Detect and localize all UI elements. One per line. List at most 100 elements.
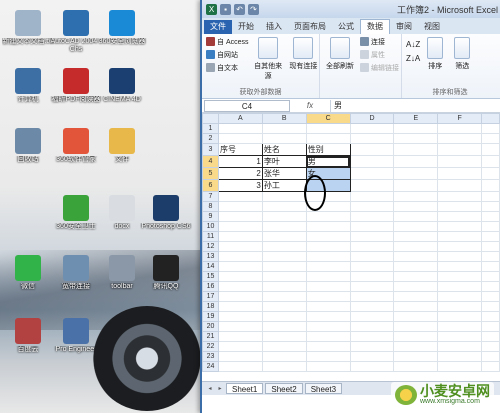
cell[interactable]: [481, 311, 500, 322]
cell[interactable]: [437, 201, 483, 212]
desktop-icon[interactable]: 360软件管家: [50, 128, 102, 172]
cell[interactable]: [305, 361, 351, 372]
row-header[interactable]: 2: [202, 133, 219, 144]
row-header[interactable]: 7: [202, 191, 219, 202]
existing-connections-button[interactable]: 现有连接: [288, 37, 319, 81]
cell[interactable]: [261, 133, 307, 144]
cell[interactable]: [481, 341, 500, 352]
cell[interactable]: [305, 231, 351, 242]
cell[interactable]: [437, 341, 483, 352]
cell[interactable]: [349, 191, 395, 202]
cell[interactable]: [349, 261, 395, 272]
cell[interactable]: [217, 211, 263, 222]
cell[interactable]: [261, 231, 307, 242]
row-header[interactable]: 21: [202, 331, 219, 342]
cell[interactable]: [349, 179, 395, 192]
header-cell[interactable]: 姓名: [261, 143, 307, 156]
cell[interactable]: [481, 271, 500, 282]
cell[interactable]: [393, 201, 439, 212]
cell[interactable]: [437, 221, 483, 232]
cell[interactable]: [393, 321, 439, 332]
cell[interactable]: [349, 133, 395, 144]
cell[interactable]: [481, 201, 500, 212]
cell[interactable]: [217, 351, 263, 362]
save-icon[interactable]: ▪: [220, 3, 231, 15]
cell[interactable]: [261, 211, 307, 222]
cell[interactable]: [217, 221, 263, 232]
cell[interactable]: [261, 241, 307, 252]
cell[interactable]: [393, 211, 439, 222]
select-all-corner[interactable]: [202, 113, 219, 124]
cell[interactable]: [349, 231, 395, 242]
sheet-tab-2[interactable]: Sheet2: [265, 383, 303, 394]
desktop-icon[interactable]: 腾讯QQ: [140, 255, 192, 299]
cell[interactable]: [393, 351, 439, 362]
desktop-icon[interactable]: 宽带连接: [50, 255, 102, 299]
cell[interactable]: [481, 179, 500, 192]
last-sheet-icon[interactable]: ▸: [216, 385, 224, 393]
cell[interactable]: [349, 341, 395, 352]
cell[interactable]: [217, 331, 263, 342]
cell[interactable]: [349, 211, 395, 222]
cell[interactable]: [481, 291, 500, 302]
desktop-icon[interactable]: 福昕PDF阅读器: [50, 68, 102, 112]
cell[interactable]: [261, 123, 307, 134]
cell[interactable]: [217, 133, 263, 144]
cell[interactable]: [437, 155, 483, 168]
cell[interactable]: [305, 311, 351, 322]
cell[interactable]: [217, 231, 263, 242]
sheet-tab-3[interactable]: Sheet3: [304, 383, 343, 394]
cell[interactable]: 3: [217, 179, 263, 192]
sort-button[interactable]: 排序: [423, 37, 447, 71]
cell[interactable]: [305, 123, 351, 134]
from-access-button[interactable]: 自 Access: [206, 36, 249, 47]
cell[interactable]: [393, 341, 439, 352]
cell[interactable]: [305, 271, 351, 282]
cell[interactable]: [261, 351, 307, 362]
cell[interactable]: [349, 123, 395, 134]
desktop-icon[interactable]: 微信: [2, 255, 54, 299]
cell[interactable]: [481, 167, 500, 180]
desktop-icon[interactable]: AutoCAD 2004 - Chs: [50, 10, 102, 54]
cell[interactable]: [437, 301, 483, 312]
cell[interactable]: [349, 281, 395, 292]
row-header[interactable]: 1: [202, 123, 219, 134]
row-header[interactable]: 11: [202, 231, 219, 242]
row-header[interactable]: 16: [202, 281, 219, 292]
cell[interactable]: [393, 311, 439, 322]
cell[interactable]: [393, 301, 439, 312]
sort-az-icon[interactable]: A↓Z Z↓A: [406, 38, 420, 71]
cell[interactable]: [217, 361, 263, 372]
cell[interactable]: [349, 251, 395, 262]
fx-icon[interactable]: fx: [290, 101, 330, 110]
row-header[interactable]: 14: [202, 261, 219, 272]
cell[interactable]: [349, 241, 395, 252]
cell[interactable]: [261, 301, 307, 312]
cell[interactable]: [261, 221, 307, 232]
cell[interactable]: [261, 341, 307, 352]
column-header[interactable]: A: [217, 113, 263, 124]
cell[interactable]: [437, 311, 483, 322]
cell[interactable]: [349, 361, 395, 372]
cell[interactable]: [437, 133, 483, 144]
cell[interactable]: [217, 341, 263, 352]
cell[interactable]: [437, 331, 483, 342]
desktop-icon[interactable]: 新建文本文档.txt: [2, 10, 54, 54]
from-text-button[interactable]: 自文本: [206, 62, 249, 73]
cell[interactable]: [437, 211, 483, 222]
tab-home[interactable]: 开始: [232, 20, 260, 34]
cell[interactable]: [393, 251, 439, 262]
cell[interactable]: [437, 321, 483, 332]
cell[interactable]: 李叶: [261, 155, 307, 168]
cell[interactable]: [393, 271, 439, 282]
row-header[interactable]: 6: [202, 179, 219, 192]
cell[interactable]: [217, 191, 263, 202]
cell[interactable]: [393, 261, 439, 272]
tab-insert[interactable]: 插入: [260, 20, 288, 34]
cell[interactable]: [305, 351, 351, 362]
cell[interactable]: [481, 261, 500, 272]
cell[interactable]: [437, 261, 483, 272]
cell[interactable]: [261, 321, 307, 332]
cell[interactable]: 张华: [261, 167, 307, 180]
cell[interactable]: [393, 179, 439, 192]
